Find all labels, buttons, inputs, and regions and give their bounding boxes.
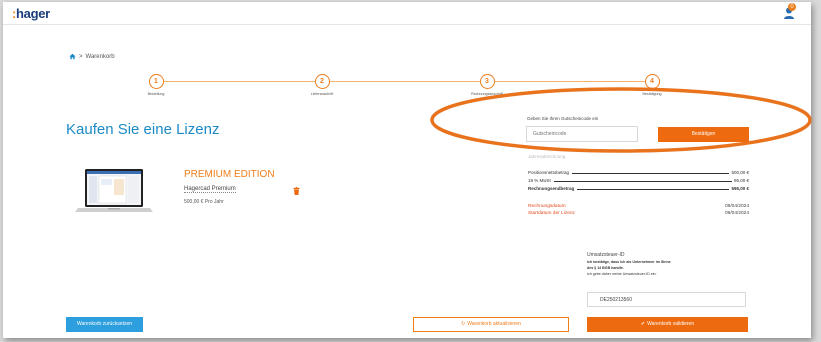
product-edition: PREMIUM EDITION xyxy=(184,169,275,180)
home-icon[interactable] xyxy=(69,53,76,60)
confirm-voucher-button[interactable]: Bestätigen xyxy=(658,127,749,142)
breadcrumb-separator: > xyxy=(79,53,83,60)
summary-row-total: Rechnungsendbetrag 595,00 € xyxy=(528,186,749,191)
step-2: 2 Lieferanschrift xyxy=(277,74,367,96)
step-3-label: Rechnungsanschrift xyxy=(471,92,503,96)
product-name-link[interactable]: Hagercad Premium xyxy=(184,186,236,193)
step-2-label: Lieferanschrift xyxy=(310,92,334,96)
vat-id-title: Umsatzsteuer-ID xyxy=(587,252,625,258)
delete-trash-icon[interactable] xyxy=(293,187,300,195)
step-3-circle: 3 xyxy=(479,74,495,89)
stepper-line xyxy=(156,81,652,82)
validate-cart-button[interactable]: ✔ Warenkorb validieren xyxy=(587,317,748,332)
breadcrumb: > Warenkorb xyxy=(69,53,115,60)
vat-id-statement: Ich bestätige, dass ich als Unternehmer … xyxy=(587,260,671,276)
step-1-label: Bestellung xyxy=(147,92,165,96)
reset-cart-button[interactable]: Warenkorb zurücksetzen xyxy=(66,317,143,332)
hager-logo[interactable]: :hager xyxy=(12,6,50,21)
update-cart-button[interactable]: ↻ Warenkorb aktualisieren xyxy=(413,317,569,332)
page-title: Kaufen Sie eine Lizenz xyxy=(66,121,220,138)
voucher-code-input[interactable] xyxy=(526,126,638,142)
summary-row-net: Positionsnettobetrag 500,00 € xyxy=(528,170,749,175)
app-window: :hager 0 > Warenkorb 1 Bestellung 2 Lief… xyxy=(3,2,811,338)
step-4-circle: 4 xyxy=(644,74,660,89)
step-1-circle: 1 xyxy=(148,74,164,89)
step-3: 3 Rechnungsanschrift xyxy=(442,74,532,96)
voucher-label: Geben Sie Ihren Gutscheincode ein xyxy=(527,116,599,121)
step-2-circle: 2 xyxy=(314,74,330,89)
step-4-label: Bestätigung xyxy=(642,92,662,96)
checkmark-icon: ✔ xyxy=(640,321,646,327)
vat-id-input[interactable] xyxy=(587,292,746,307)
notification-badge: 0 xyxy=(788,3,796,11)
summary-row-tax: 19 % MwSt 95,00 € xyxy=(528,178,749,183)
checkout-stepper: 1 Bestellung 2 Lieferanschrift 3 Rechnun… xyxy=(3,74,811,104)
summary-title: Jahresabrechnung xyxy=(528,154,566,159)
refresh-icon: ↻ xyxy=(461,321,466,327)
product-screenshot-image xyxy=(75,169,153,212)
license-start-row: Startdatum der Lizenz 09/04/2024 xyxy=(528,211,749,216)
step-4: 4 Bestätigung xyxy=(607,74,697,96)
billing-date-row: Rechnungsdatum 09/04/2024 xyxy=(528,204,749,209)
top-bar: :hager 0 xyxy=(3,2,811,25)
step-1: 1 Bestellung xyxy=(111,74,201,96)
product-price: 500,00 € Pro Jahr xyxy=(184,199,224,205)
breadcrumb-current: Warenkorb xyxy=(85,53,115,60)
